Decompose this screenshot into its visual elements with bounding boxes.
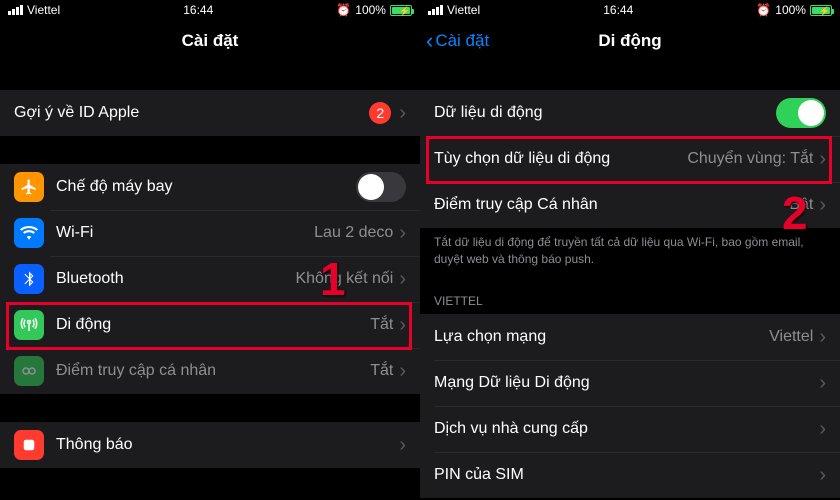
- cellular-value: Tắt: [370, 316, 393, 334]
- chevron-right-icon: ›: [819, 465, 826, 485]
- cellular-data-options-row[interactable]: Tùy chọn dữ liệu di động Chuyển vùng: Tắ…: [420, 136, 840, 182]
- options-value: Chuyển vùng: Tắt: [687, 150, 813, 168]
- cellular-footnote: Tắt dữ liệu di động để truyền tất cả dữ …: [420, 228, 840, 278]
- wifi-label: Wi-Fi: [56, 224, 314, 242]
- chevron-right-icon: ›: [399, 361, 406, 381]
- sim-pin-label: PIN của SIM: [434, 466, 819, 484]
- cellular-data-toggle[interactable]: [776, 98, 826, 128]
- cellular-row[interactable]: Di động Tắt ›: [0, 302, 420, 348]
- hotspot-value: Bật: [789, 196, 813, 214]
- carrier-label: Viettel: [27, 3, 60, 17]
- cellular-settings-screen: Viettel 16:44 ⏰ 100% ⚡ ‹ Cài đặt Di động…: [420, 0, 840, 500]
- carrier-services-label: Dịch vụ nhà cung cấp: [434, 420, 819, 438]
- chevron-right-icon: ›: [399, 435, 406, 455]
- notification-badge: 2: [369, 102, 391, 124]
- notifications-label: Thông báo: [56, 436, 399, 454]
- chevron-right-icon: ›: [819, 373, 826, 393]
- chevron-right-icon: ›: [819, 419, 826, 439]
- network-sel-label: Lựa chọn mạng: [434, 328, 769, 346]
- network-selection-row[interactable]: Lựa chọn mạng Viettel ›: [420, 314, 840, 360]
- hotspot-value: Tắt: [370, 362, 393, 380]
- network-sel-value: Viettel: [769, 328, 813, 346]
- alarm-icon: ⏰: [756, 3, 771, 17]
- clock: 16:44: [603, 3, 633, 17]
- signal-icon: [8, 5, 23, 15]
- status-bar: Viettel 16:44 ⏰ 100% ⚡: [0, 0, 420, 20]
- status-bar: Viettel 16:44 ⏰ 100% ⚡: [420, 0, 840, 20]
- hotspot-row[interactable]: Điểm truy cập cá nhân Tắt ›: [0, 348, 420, 394]
- apple-id-suggestions-row[interactable]: Gợi ý về ID Apple 2 ›: [0, 90, 420, 136]
- chevron-right-icon: ›: [399, 223, 406, 243]
- airplane-label: Chế độ máy bay: [56, 178, 356, 196]
- personal-hotspot-row[interactable]: Điểm truy cập Cá nhân Bật ›: [420, 182, 840, 228]
- hotspot-label: Điểm truy cập cá nhân: [56, 362, 370, 380]
- battery-pct: 100%: [355, 3, 386, 17]
- battery-pct: 100%: [775, 3, 806, 17]
- carrier-services-row[interactable]: Dịch vụ nhà cung cấp ›: [420, 406, 840, 452]
- chevron-right-icon: ›: [399, 269, 406, 289]
- chevron-right-icon: ›: [819, 327, 826, 347]
- carrier-label: Viettel: [447, 3, 480, 17]
- page-title: Cài đặt: [182, 31, 239, 51]
- battery-icon: ⚡: [390, 5, 412, 16]
- wifi-icon: [14, 218, 44, 248]
- cellular-data-row[interactable]: Dữ liệu di động: [420, 90, 840, 136]
- cellular-label: Di động: [56, 316, 370, 334]
- bluetooth-icon: [14, 264, 44, 294]
- cellular-data-label: Dữ liệu di động: [434, 104, 776, 122]
- notifications-row[interactable]: Thông báo ›: [0, 422, 420, 468]
- clock: 16:44: [183, 3, 213, 17]
- airplane-mode-row[interactable]: Chế độ máy bay: [0, 164, 420, 210]
- chevron-right-icon: ›: [819, 195, 826, 215]
- chevron-right-icon: ›: [819, 149, 826, 169]
- cellular-icon: [14, 310, 44, 340]
- wifi-value: Lau 2 deco: [314, 224, 393, 242]
- sim-pin-row[interactable]: PIN của SIM ›: [420, 452, 840, 498]
- hotspot-label: Điểm truy cập Cá nhân: [434, 196, 789, 214]
- settings-main-screen: Viettel 16:44 ⏰ 100% ⚡ Cài đặt Gợi ý về …: [0, 0, 420, 500]
- apple-id-label: Gợi ý về ID Apple: [14, 104, 369, 122]
- data-network-label: Mạng Dữ liệu Di động: [434, 374, 819, 392]
- title-bar: Cài đặt: [0, 20, 420, 62]
- notifications-icon: [14, 430, 44, 460]
- page-title: Di động: [598, 31, 661, 51]
- back-label: Cài đặt: [435, 31, 489, 51]
- back-button[interactable]: ‹ Cài đặt: [426, 30, 489, 52]
- alarm-icon: ⏰: [336, 3, 351, 17]
- chevron-right-icon: ›: [399, 103, 406, 123]
- bluetooth-value: Không kết nối: [295, 270, 393, 288]
- airplane-icon: [14, 172, 44, 202]
- battery-icon: ⚡: [810, 5, 832, 16]
- airplane-toggle[interactable]: [356, 172, 406, 202]
- title-bar: ‹ Cài đặt Di động: [420, 20, 840, 62]
- bluetooth-label: Bluetooth: [56, 270, 295, 288]
- carrier-group-header: VIETTEL: [420, 278, 840, 314]
- chevron-left-icon: ‹: [426, 30, 433, 52]
- wifi-row[interactable]: Wi-Fi Lau 2 deco ›: [0, 210, 420, 256]
- options-label: Tùy chọn dữ liệu di động: [434, 150, 687, 168]
- cellular-data-network-row[interactable]: Mạng Dữ liệu Di động ›: [420, 360, 840, 406]
- chevron-right-icon: ›: [399, 315, 406, 335]
- bluetooth-row[interactable]: Bluetooth Không kết nối ›: [0, 256, 420, 302]
- signal-icon: [428, 5, 443, 15]
- hotspot-icon: [14, 356, 44, 386]
